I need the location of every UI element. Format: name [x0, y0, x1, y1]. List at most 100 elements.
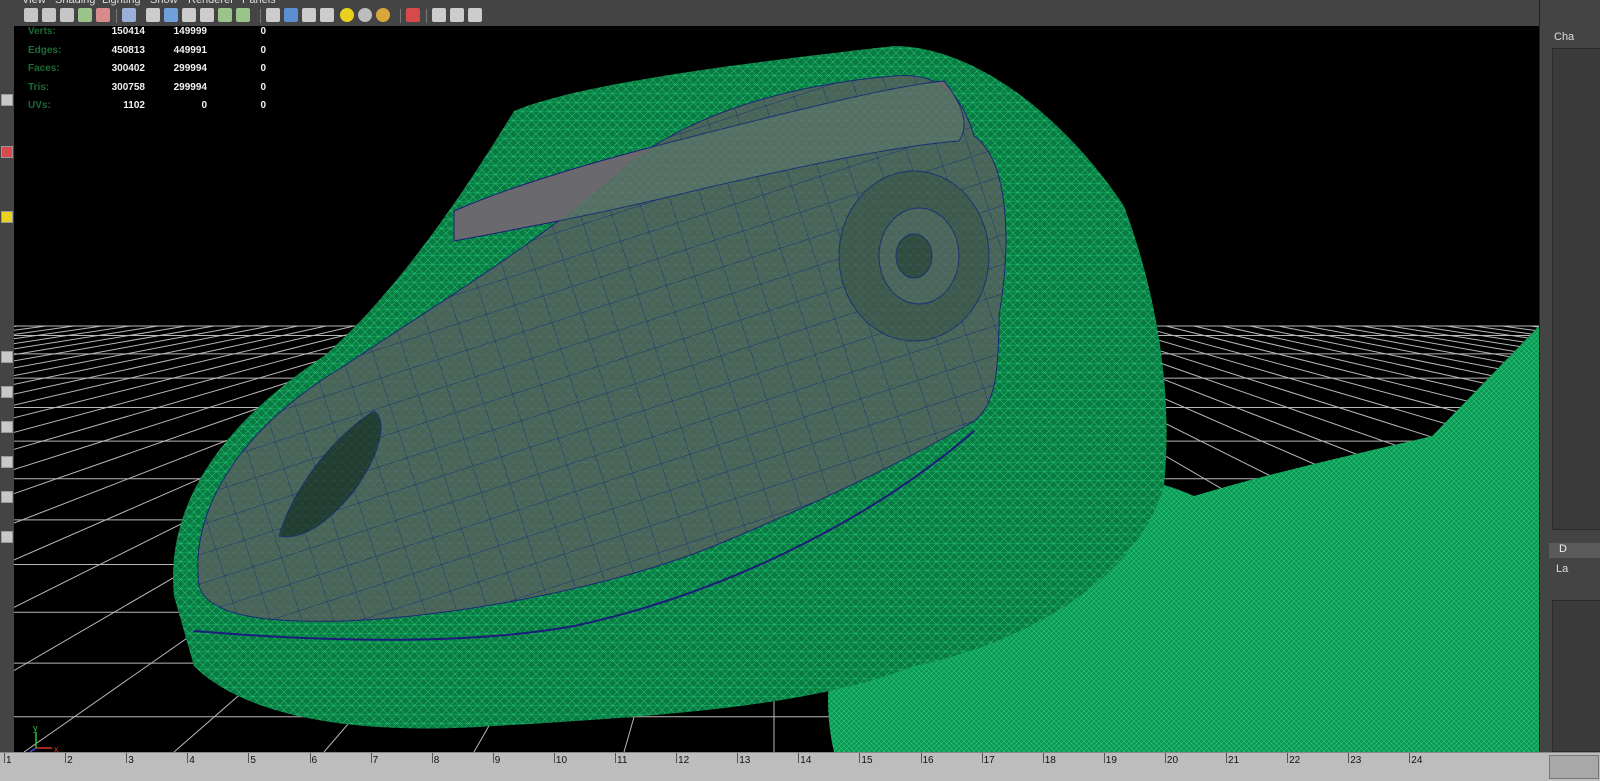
field-chart-icon[interactable]	[200, 8, 214, 22]
timeline-tick-label: 19	[1105, 755, 1117, 766]
timeline-tick-label: 12	[678, 755, 690, 766]
timeline-tick	[1103, 753, 1105, 763]
timeline-tick-label: 3	[128, 755, 134, 766]
tool-button[interactable]	[1, 351, 13, 363]
time-slider[interactable]: 1 2 3 4 5 6 7 8 9 10 11 12 13 14 15 16 17 18 19 20 21 22 23 24	[0, 752, 1600, 781]
grid-line	[14, 325, 47, 331]
display-layer-tab[interactable]: D	[1549, 543, 1600, 558]
film-gate-icon[interactable]	[146, 8, 160, 22]
timeline-tick-label: 23	[1350, 755, 1362, 766]
axis-gizmo: x y	[29, 724, 59, 752]
timeline-tick-label: 15	[861, 755, 873, 766]
hud-value-total: 450813	[111, 44, 145, 56]
resolution-gate-icon[interactable]	[164, 8, 178, 22]
tool-button[interactable]	[1, 421, 13, 433]
timeline-tick-label: 8	[433, 755, 440, 766]
timeline-tick	[126, 753, 128, 763]
xray-icon[interactable]	[432, 8, 446, 22]
timeline-tick	[1042, 753, 1044, 763]
timeline-tick-label: 6	[311, 755, 318, 766]
toolbar-separator	[400, 9, 401, 23]
toolbar-separator	[260, 9, 261, 23]
timeline-tick	[187, 753, 189, 763]
timeline-tick	[798, 753, 800, 763]
grid-line	[14, 325, 19, 328]
tool-button[interactable]	[1, 386, 13, 398]
hud-value-components: 0	[260, 44, 266, 56]
timeline-tick-label: 13	[739, 755, 751, 766]
wireframe-on-shaded-icon[interactable]	[302, 8, 316, 22]
timeline-tick	[920, 753, 922, 763]
current-frame-field[interactable]	[1549, 755, 1599, 779]
hud-value-total: 300758	[111, 81, 145, 93]
gate-mask-icon[interactable]	[182, 8, 196, 22]
hud-value-components: 0	[260, 81, 266, 93]
hud-value-components: 0	[260, 100, 266, 111]
smooth-shade-icon[interactable]	[284, 8, 298, 22]
toolbar-separator	[426, 9, 427, 23]
timeline-tick-label: 9	[494, 755, 501, 766]
timeline-tick	[615, 753, 616, 763]
timeline-tick	[1409, 753, 1411, 763]
tool-button[interactable]	[1, 94, 13, 106]
hud-value-selected: 299994	[173, 63, 207, 74]
layers-menu[interactable]: La	[1556, 563, 1568, 575]
wireframe-icon[interactable]	[266, 8, 280, 22]
safe-action-icon[interactable]	[218, 8, 232, 22]
timeline-tick-label: 16	[922, 755, 934, 766]
screen-space-ao-icon[interactable]	[376, 8, 390, 22]
isolate-select-icon[interactable]	[406, 8, 420, 22]
timeline-tick-label: 21	[1228, 755, 1240, 766]
timeline-tick-label: 22	[1289, 755, 1301, 766]
viewport-3d[interactable]: Verts: 150414 149999 0 Edges: 450813 449991 0 Fa…	[14, 26, 1539, 752]
grid-line	[14, 325, 159, 350]
hud-label: Edges:	[28, 44, 62, 56]
timeline-tick	[553, 753, 555, 763]
bookmark-icon[interactable]	[60, 8, 74, 22]
channel-box-header[interactable]: Cha	[1554, 31, 1574, 43]
channel-box-list[interactable]	[1552, 48, 1600, 530]
grid-line	[14, 325, 75, 335]
timeline-tick	[1226, 753, 1227, 763]
timeline-tick	[1348, 753, 1350, 763]
hud-value-total: 150414	[111, 26, 145, 37]
timeline-tick-label: 11	[617, 755, 628, 766]
hud-value-selected: 449991	[173, 44, 207, 56]
tool-button[interactable]	[1, 531, 13, 543]
image-plane-icon[interactable]	[78, 8, 92, 22]
safe-title-icon[interactable]	[236, 8, 250, 22]
timeline-tick	[676, 753, 678, 763]
xray-components-icon[interactable]	[468, 8, 482, 22]
hud-value-components: 0	[260, 63, 266, 74]
hud-value-components: 0	[260, 26, 266, 37]
hud-label: Verts:	[28, 26, 56, 37]
camera-select-icon[interactable]	[24, 8, 38, 22]
axis-y-label: y	[33, 724, 38, 733]
timeline-tick	[1287, 753, 1289, 763]
timeline-tick-label: 4	[189, 755, 195, 766]
timeline-tick-label: 5	[250, 755, 256, 766]
layer-editor-list[interactable]	[1552, 600, 1600, 752]
tool-button[interactable]	[1, 456, 13, 468]
panel-toolbar	[0, 6, 1569, 27]
timeline-tick	[4, 753, 5, 763]
shadows-icon[interactable]	[358, 8, 372, 22]
timeline-tick	[431, 753, 433, 763]
textured-icon[interactable]	[320, 8, 334, 22]
tool-button[interactable]	[1, 211, 13, 223]
hud-label: Faces:	[28, 63, 60, 74]
grease-pencil-icon[interactable]	[96, 8, 110, 22]
hud-value-selected: 299994	[173, 81, 207, 93]
timeline-tick	[65, 753, 67, 763]
tool-button[interactable]	[1, 146, 13, 158]
scene-canvas[interactable]	[14, 26, 1539, 752]
timeline-tick	[248, 753, 250, 763]
xray-joints-icon[interactable]	[450, 8, 464, 22]
hud-value-selected: 149999	[173, 26, 207, 37]
hud-value-selected: 0	[201, 100, 207, 111]
grid-icon[interactable]	[122, 8, 136, 22]
tool-button[interactable]	[1, 491, 13, 503]
use-all-lights-icon[interactable]	[340, 8, 354, 22]
camera-attributes-icon[interactable]	[42, 8, 56, 22]
timeline-tick	[737, 753, 739, 763]
